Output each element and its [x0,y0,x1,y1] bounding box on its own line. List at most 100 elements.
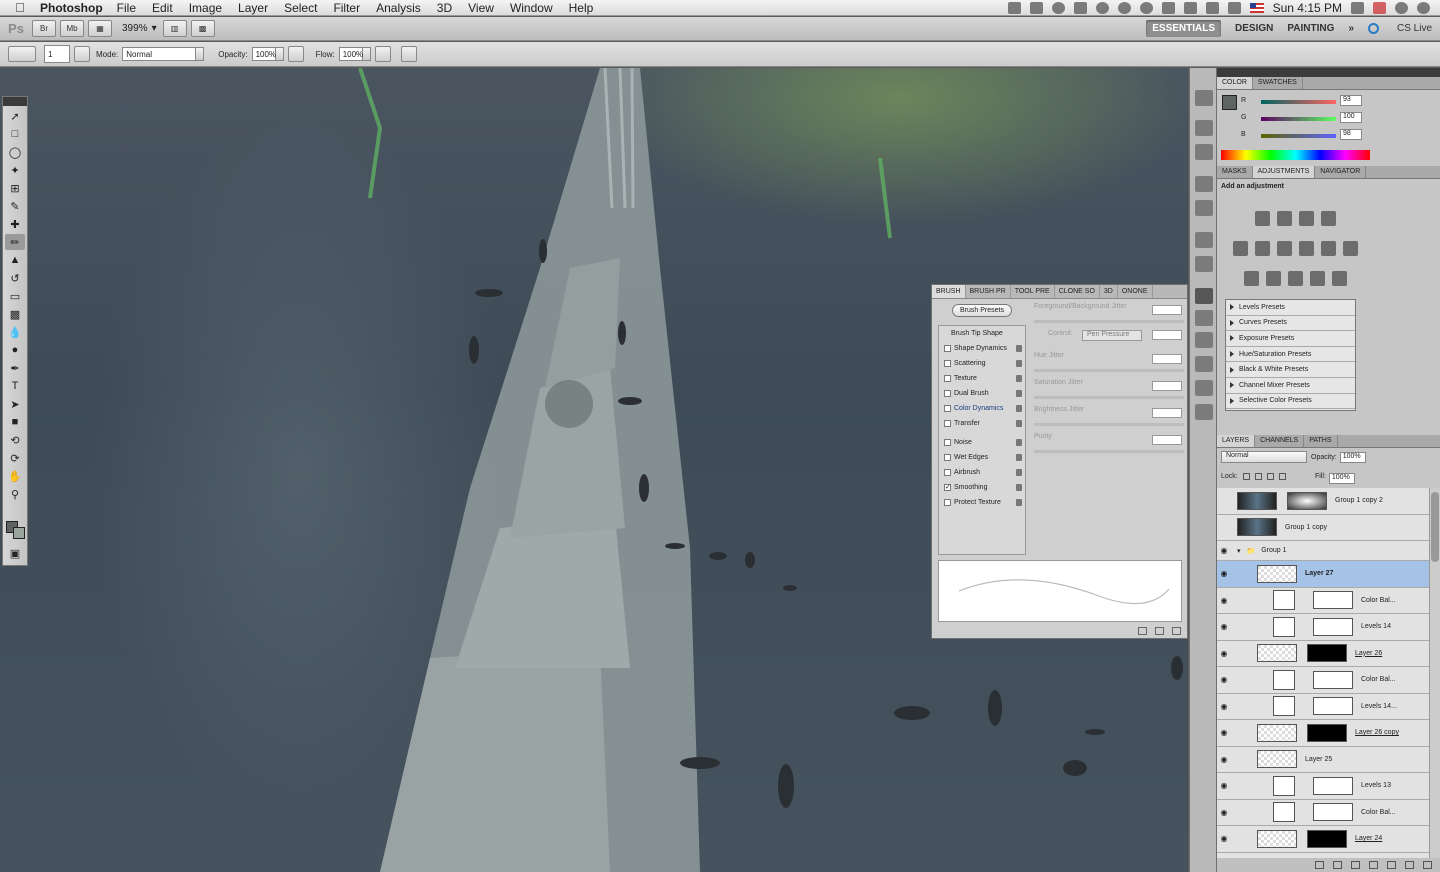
eye-icon[interactable]: ◉ [1217,649,1231,658]
bluetooth-icon-2[interactable] [1351,1,1364,14]
user-icon[interactable] [1395,1,1408,14]
zoom-level-select[interactable]: 399% ▾ [122,23,157,34]
3d-rotate-tool-icon[interactable]: ⟲ [5,432,25,448]
layer-mask-thumbnail[interactable] [1287,491,1327,510]
menubar-clock[interactable]: Sun 4:15 PM [1273,1,1342,15]
pressure-opacity-button[interactable] [287,46,304,62]
menu-help[interactable]: Help [569,1,594,15]
brightness-contrast-icon[interactable] [1255,211,1270,226]
slider[interactable] [1034,450,1184,453]
expand-triangle-icon[interactable] [1230,351,1234,358]
photo-filter-icon[interactable] [1321,241,1336,256]
expand-triangle-icon[interactable] [1230,382,1234,389]
eye-icon[interactable]: ◉ [1217,728,1231,737]
menu-file[interactable]: File [117,1,136,15]
eye-icon[interactable]: ◉ [1217,702,1231,711]
view-extras-button[interactable]: ▦ [88,20,112,37]
flow-dropdown-arrow[interactable] [362,47,371,61]
checkbox[interactable] [944,439,951,446]
eraser-tool-icon[interactable]: ▭ [5,288,25,304]
color-spectrum-bar[interactable] [1221,150,1370,160]
tab-navigator[interactable]: NAVIGATOR [1315,166,1367,178]
layer-name[interactable]: Color Bal... [1361,809,1396,816]
expand-triangle-icon[interactable] [1230,366,1234,373]
eye-icon[interactable]: ◉ [1217,755,1231,764]
brush-option-scattering[interactable]: Scattering [939,356,1025,371]
menu-analysis[interactable]: Analysis [376,1,421,15]
brush-size-picker[interactable]: 1 [44,45,70,63]
menu-view[interactable]: View [468,1,494,15]
layer-name[interactable]: Levels 14 [1361,623,1391,630]
checkbox[interactable] [944,405,951,412]
layer-row[interactable]: ◉ Color Bal... [1217,667,1429,694]
pressure-size-button[interactable] [400,46,417,62]
zoom-tool-icon[interactable]: ⚲ [5,486,25,502]
layer-name[interactable]: Layer 26 copy [1355,729,1399,736]
more-workspaces-button[interactable]: » [1348,23,1354,34]
opacity-field[interactable]: 100% [251,47,276,61]
layer-name[interactable]: Levels 13 [1361,782,1391,789]
tab-masks[interactable]: MASKS [1217,166,1253,178]
eye-icon[interactable]: ◉ [1217,622,1231,631]
brush-option-smoothing[interactable]: ✓ Smoothing [939,480,1025,495]
preset-channel-mixer[interactable]: Channel Mixer Presets [1226,378,1355,394]
paragraph-icon[interactable] [1195,232,1213,248]
opacity-dropdown-arrow[interactable] [275,47,284,61]
lock-icon[interactable] [1016,439,1022,446]
brush-tip-shape-item[interactable]: Brush Tip Shape [939,326,1025,341]
preset-exposure[interactable]: Exposure Presets [1226,331,1355,347]
preset-levels[interactable]: Levels Presets [1226,300,1355,316]
r-slider[interactable] [1261,100,1336,104]
3d-orbit-tool-icon[interactable]: ⟳ [5,450,25,466]
layer-row[interactable]: ◉ Levels 14 [1217,614,1429,641]
new-layer-icon[interactable] [1405,861,1414,869]
layer-mask-thumbnail[interactable] [1307,829,1347,848]
value-field[interactable] [1152,408,1182,418]
pen-tool-icon[interactable]: ✒ [5,360,25,376]
tools-panel-grip[interactable] [3,97,27,106]
toggle-brush-panel-button[interactable] [74,46,90,62]
layer-fill-field[interactable]: 100% [1328,473,1355,484]
r-value[interactable]: 93 [1340,95,1362,106]
adobe-icon[interactable] [1073,1,1087,14]
timemachine-icon[interactable] [1117,1,1131,14]
type-tool-icon[interactable]: T [5,378,25,394]
hand-tool-icon[interactable]: ✋ [5,468,25,484]
eyedropper-tool-icon[interactable]: ✎ [5,198,25,214]
g-value[interactable]: 100 [1340,112,1362,123]
brush-option-dual-brush[interactable]: Dual Brush [939,386,1025,401]
value-field[interactable] [1152,435,1182,445]
layer-name[interactable]: Color Bal... [1361,597,1396,604]
b-slider[interactable] [1261,134,1336,138]
vibrance-icon[interactable] [1233,241,1248,256]
quick-select-tool-icon[interactable]: ✦ [5,162,25,178]
mode-dropdown-arrow[interactable] [196,47,205,61]
channel-mixer-icon[interactable] [1343,241,1358,256]
eye-icon[interactable]: ◉ [1217,569,1231,578]
tool-presets-icon[interactable] [1195,332,1213,348]
lock-icon[interactable] [1016,360,1022,367]
brush-tool-icon[interactable]: ✏ [5,234,25,250]
expand-triangle-icon[interactable] [1230,397,1234,404]
eye-icon[interactable]: ◉ [1217,675,1231,684]
link-layers-icon[interactable] [1315,861,1324,869]
layer-name[interactable]: Group 1 copy [1285,524,1327,531]
selective-color-icon[interactable] [1332,271,1347,286]
checkbox[interactable] [944,345,951,352]
menu-edit[interactable]: Edit [152,1,173,15]
layer-name[interactable]: Layer 25 [1305,756,1332,763]
sync-icon[interactable] [1051,1,1065,14]
preset-selective-color[interactable]: Selective Color Presets [1226,394,1355,410]
brush-presets-button[interactable]: Brush Presets [952,304,1012,317]
tab-brush-presets[interactable]: BRUSH PR [966,285,1011,298]
tab-adjustments[interactable]: ADJUSTMENTS [1252,166,1316,178]
slider[interactable] [1034,320,1184,323]
layer-group-row[interactable]: ◉ ▾ 📁 Group 1 [1217,541,1429,561]
value-field[interactable] [1152,354,1182,364]
brush-option-airbrush[interactable]: Airbrush [939,465,1025,480]
path-select-tool-icon[interactable]: ➤ [5,396,25,412]
wifi-icon[interactable] [1205,1,1219,14]
eye-icon[interactable]: ◉ [1217,834,1231,843]
background-color-swatch[interactable] [13,527,25,539]
layer-name[interactable]: Levels 14... [1361,703,1397,710]
